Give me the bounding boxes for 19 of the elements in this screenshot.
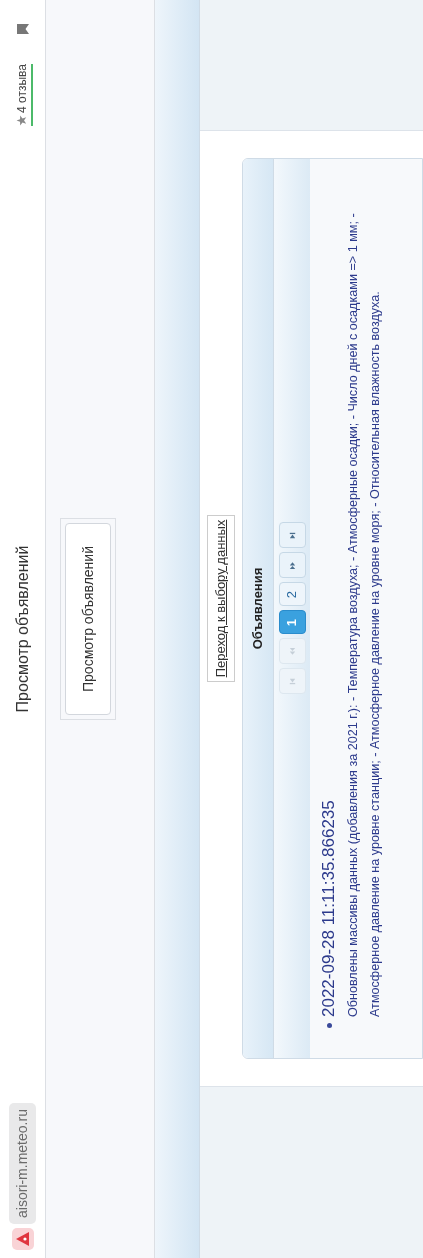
last-page-button[interactable] bbox=[278, 522, 306, 549]
site-logo-icon bbox=[11, 1228, 34, 1250]
skip-back-icon bbox=[287, 677, 297, 686]
announcement-date: 2022-09-28 11:11:35.866235 bbox=[318, 800, 340, 1017]
star-icon bbox=[16, 114, 27, 126]
announcement-text: Обновлены массивы данных (добавления за 2021 г.): - Температура воздуха; - Атмосферные осадки; - Число дней с осадками => 1 мм; - Атмосферное давление на уровне станции; - Атмосферное давление на уровне моря; - Относительная влажность воздуха. bbox=[345, 212, 383, 1019]
page-title: Просмотр объявлений bbox=[12, 545, 32, 713]
bullet-icon bbox=[326, 1023, 332, 1028]
skip-forward-icon bbox=[287, 531, 297, 540]
menu-button[interactable]: Просмотр объявлений bbox=[65, 523, 111, 715]
url-field[interactable]: aisori-m.meteo.ru bbox=[9, 1103, 36, 1224]
double-left-arrow-icon bbox=[287, 647, 297, 656]
bookmark-icon[interactable] bbox=[15, 22, 30, 36]
panel-title: Объявления bbox=[249, 567, 267, 650]
double-right-arrow-icon bbox=[287, 561, 297, 570]
reviews-link[interactable]: 4 отзыва bbox=[12, 64, 33, 126]
next-page-button[interactable] bbox=[278, 552, 306, 579]
data-selection-link[interactable]: Переход к выбору данных bbox=[207, 514, 235, 683]
page-button[interactable]: 2 bbox=[278, 582, 306, 607]
